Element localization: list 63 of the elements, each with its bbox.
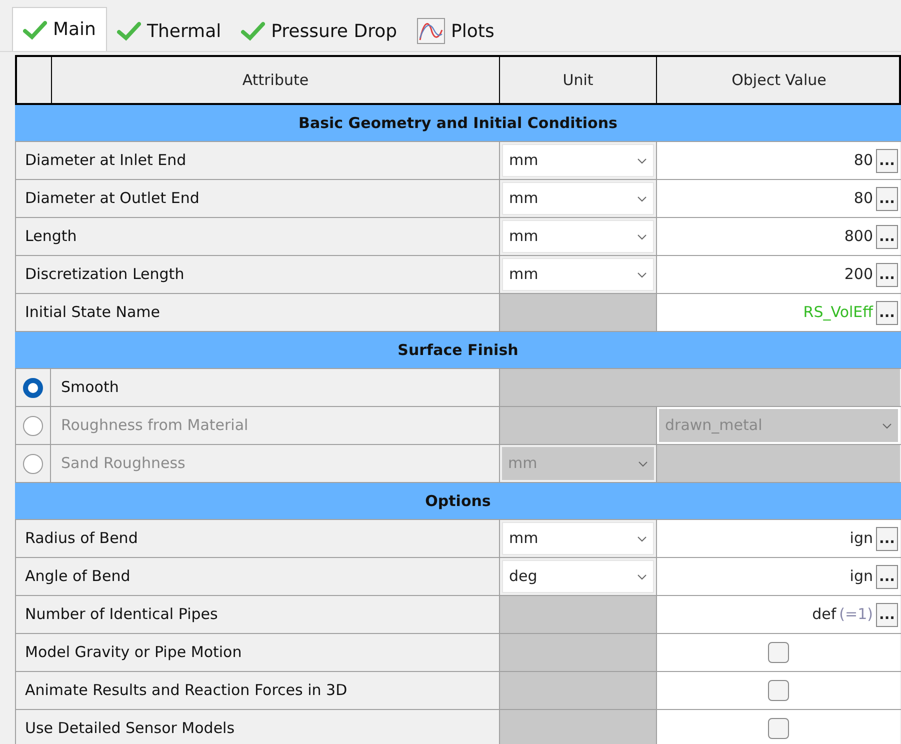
ellipsis-button[interactable]: ...: [876, 186, 898, 210]
ellipsis-button[interactable]: ...: [876, 526, 898, 550]
unit-dropdown[interactable]: mm: [502, 258, 654, 291]
row-label: Length: [25, 226, 77, 248]
check-icon: [241, 21, 266, 41]
chevron-icon: [637, 196, 647, 202]
value-text: RS_VolEff: [803, 302, 873, 324]
row-label: Discretization Length: [25, 264, 184, 286]
value-text: 200: [844, 264, 873, 286]
value-text: ign: [850, 566, 873, 588]
chevron-icon: [637, 272, 647, 278]
row-label: Roughness from Material: [61, 415, 248, 436]
value-text: ign: [850, 528, 873, 550]
ellipsis-button[interactable]: ...: [876, 564, 898, 588]
tab[interactable]: Pressure Drop: [231, 11, 408, 51]
value-text: 80: [854, 188, 873, 210]
row-label: Sand Roughness: [61, 453, 186, 474]
section-header: Options: [15, 483, 901, 520]
column-header: Attribute: [52, 57, 500, 103]
chevron-icon: [638, 460, 648, 466]
row-label: Angle of Bend: [25, 566, 130, 588]
chevron-icon: [637, 574, 647, 580]
check-icon: [116, 21, 141, 41]
row-label: Model Gravity or Pipe Motion: [25, 642, 242, 664]
unit-dropdown[interactable]: mm: [502, 144, 654, 177]
row-label: Diameter at Inlet End: [25, 150, 186, 172]
unit-dropdown[interactable]: mm: [502, 522, 654, 555]
unit-dropdown[interactable]: mm: [502, 220, 654, 253]
column-header: Unit: [500, 57, 657, 103]
row-label: Smooth: [61, 377, 119, 398]
row-label: Animate Results and Reaction Forces in 3D: [25, 680, 348, 702]
chevron-icon: [882, 422, 892, 428]
tab[interactable]: Plots: [407, 11, 504, 51]
column-header: Object Value: [730, 70, 828, 91]
check-icon: [23, 20, 47, 40]
ellipsis-button[interactable]: ...: [876, 224, 898, 248]
chevron-icon: [637, 234, 647, 240]
row-label: Number of Identical Pipes: [25, 604, 218, 626]
section-header: Basic Geometry and Initial Conditions: [15, 105, 901, 142]
default-hint: (=1): [839, 604, 873, 626]
checkbox[interactable]: [768, 718, 789, 739]
radio-button[interactable]: [23, 378, 43, 398]
unit-dropdown[interactable]: deg: [502, 560, 654, 593]
chevron-icon: [637, 536, 647, 542]
row-label: Use Detailed Sensor Models: [25, 718, 235, 740]
row-label: Initial State Name: [25, 302, 160, 324]
row-label: Radius of Bend: [25, 528, 138, 550]
value-text: 800: [844, 226, 873, 248]
row-label: Diameter at Outlet End: [25, 188, 200, 210]
chevron-icon: [637, 158, 647, 164]
ellipsis-button[interactable]: ...: [876, 148, 898, 172]
value-text: 80: [854, 150, 873, 172]
tab[interactable]: Thermal: [106, 11, 232, 51]
value-text: def: [812, 604, 836, 626]
unit-dropdown[interactable]: mm: [502, 182, 654, 215]
section-header: Surface Finish: [15, 332, 901, 369]
tab[interactable]: Main: [12, 7, 107, 51]
ellipsis-button[interactable]: ...: [876, 262, 898, 286]
ellipsis-button[interactable]: ...: [876, 300, 898, 324]
checkbox[interactable]: [768, 680, 789, 701]
checkbox[interactable]: [768, 642, 789, 663]
plot-icon: [417, 18, 446, 44]
ellipsis-button[interactable]: ...: [876, 602, 898, 626]
